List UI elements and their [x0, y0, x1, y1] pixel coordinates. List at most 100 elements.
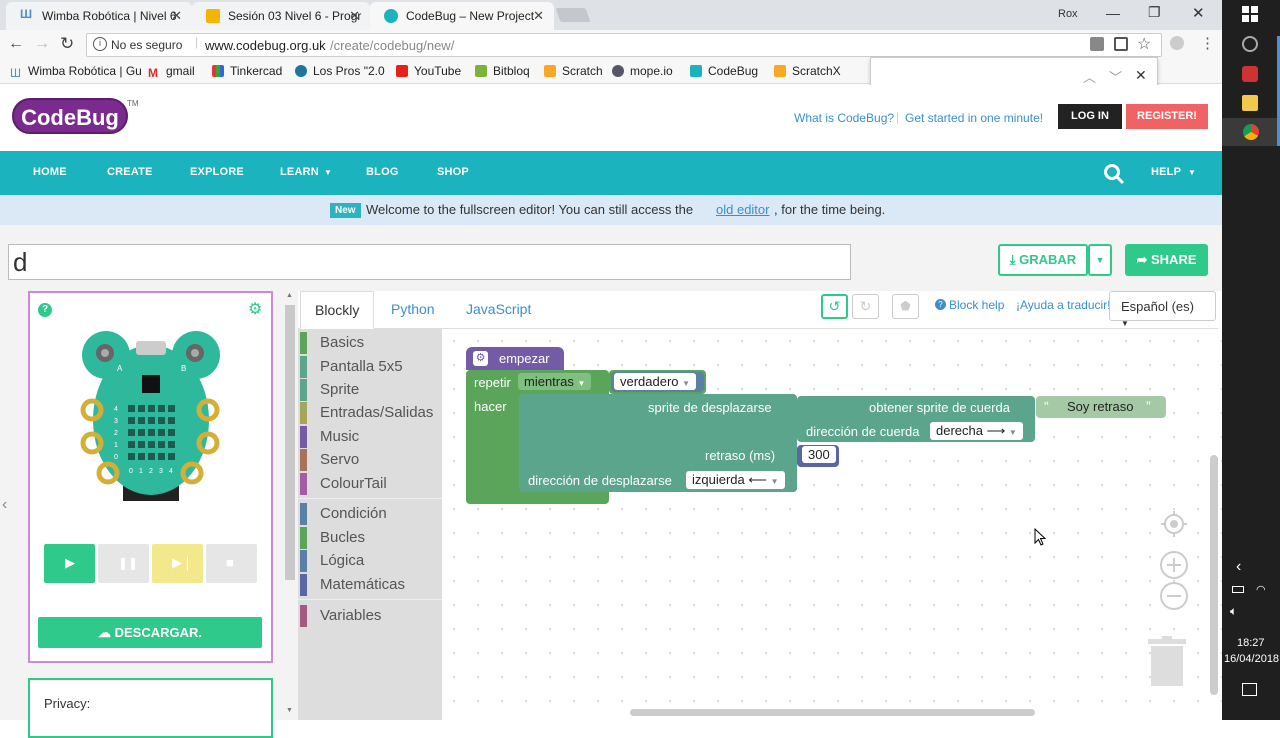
help-icon[interactable]: ?	[38, 303, 52, 317]
find-next-icon[interactable]: ﹀	[1109, 67, 1122, 86]
get-started-link[interactable]: Get started in one minute!	[905, 111, 1043, 125]
grabar-button[interactable]: ⤓ GRABAR	[998, 244, 1088, 276]
recenter-icon[interactable]	[1160, 510, 1188, 538]
tab-blockly[interactable]: Blockly	[300, 291, 375, 329]
info-icon[interactable]: i	[93, 37, 107, 51]
stop-button[interactable]: ■	[206, 544, 257, 583]
clock-date[interactable]: 16/04/2018	[1224, 653, 1279, 665]
tray-expand-icon[interactable]: ‹	[1236, 558, 1241, 576]
while-dropdown[interactable]: mientras ▼	[518, 373, 592, 390]
zoom-in-icon[interactable]	[1159, 550, 1189, 580]
codebug-logo[interactable]: CodeBug	[12, 98, 128, 134]
redo-button[interactable]: ↻	[852, 294, 879, 319]
scroll-down-icon[interactable]: ▼	[286, 707, 293, 714]
clean-up-button[interactable]: ⬟	[892, 294, 919, 319]
translate-icon[interactable]	[1090, 37, 1104, 51]
close-tab-icon[interactable]: ✕	[349, 8, 360, 24]
reload-icon[interactable]: ↻	[60, 34, 74, 54]
file-explorer-icon[interactable]	[1242, 95, 1258, 111]
browser-tab-active[interactable]: CodeBug – New Project ✕	[370, 2, 554, 30]
descargar-button[interactable]: ☁ DESCARGAR.	[38, 617, 262, 648]
workspace-vscroll[interactable]	[1210, 455, 1218, 695]
delay-value[interactable]: 300	[802, 446, 836, 463]
nav-explore[interactable]: EXPLORE	[190, 166, 244, 178]
bookmark-item[interactable]: Tinkercad	[212, 64, 282, 78]
close-window-icon[interactable]: ✕	[1192, 4, 1205, 22]
close-tab-icon[interactable]: ✕	[533, 8, 544, 24]
clock-time[interactable]: 18:27	[1237, 637, 1265, 649]
menu-icon[interactable]: ⋮	[1200, 34, 1215, 52]
nav-home[interactable]: HOME	[33, 166, 67, 178]
volume-icon[interactable]: 🔈︎	[1230, 604, 1237, 619]
bookmark-item[interactable]: ScratchX	[774, 64, 841, 78]
category-music[interactable]: Music	[300, 426, 359, 448]
notification-icon[interactable]	[1242, 683, 1257, 696]
minimize-icon[interactable]: —	[1106, 5, 1120, 21]
start-block[interactable]: ⚙ empezar	[466, 347, 564, 370]
category-logica[interactable]: Lógica	[300, 550, 364, 572]
nav-learn[interactable]: LEARN	[280, 166, 319, 178]
find-close-icon[interactable]: ✕	[1135, 67, 1147, 84]
nav-create[interactable]: CREATE	[107, 166, 153, 178]
zoom-out-icon[interactable]	[1159, 581, 1189, 611]
project-title-input[interactable]: d	[8, 244, 851, 280]
find-prev-icon[interactable]: ︿	[1083, 67, 1096, 86]
forward-icon[interactable]: →	[34, 35, 50, 53]
category-variables[interactable]: Variables	[300, 605, 381, 627]
bookmark-item[interactable]: Bitbloq	[475, 64, 530, 78]
grabar-dropdown-button[interactable]: ▼	[1088, 244, 1112, 276]
browser-tab[interactable]: Ш Wimba Robótica | Nivel 6 ✕	[6, 2, 192, 30]
category-io[interactable]: Entradas/Salidas	[300, 402, 433, 424]
old-editor-link[interactable]: old editor	[716, 202, 769, 217]
category-condicion[interactable]: Condición	[300, 503, 387, 525]
bookmark-item[interactable]: Ш Wimba Robótica | Gu	[10, 64, 142, 80]
bookmark-item[interactable]: mope.io	[612, 64, 673, 78]
play-button[interactable]: ▶	[44, 544, 95, 583]
nav-help[interactable]: HELP	[1151, 166, 1181, 178]
what-is-link[interactable]: What is CodeBug?	[794, 111, 894, 125]
trash-icon[interactable]	[1146, 636, 1188, 688]
category-basics[interactable]: Basics	[300, 332, 364, 354]
scroll-up-icon[interactable]: ▲	[286, 292, 293, 299]
page-action-icon[interactable]	[1114, 37, 1128, 51]
category-pantalla[interactable]: Pantalla 5x5	[300, 356, 403, 378]
undo-button[interactable]: ↺	[821, 294, 848, 319]
register-button[interactable]: REGISTER!	[1126, 104, 1208, 129]
share-button[interactable]: ➦ SHARE	[1125, 244, 1208, 276]
nav-blog[interactable]: BLOG	[366, 166, 399, 178]
category-matematicas[interactable]: Matemáticas	[300, 574, 405, 596]
right-dropdown[interactable]: derecha ⟶ ▼	[930, 422, 1023, 440]
toolbox-scrollbar[interactable]	[285, 305, 295, 580]
pause-button[interactable]: ❚❚	[98, 544, 149, 583]
windows-start-icon[interactable]	[1242, 6, 1258, 22]
bookmark-item[interactable]: Mgmail	[148, 64, 195, 80]
browser-tab[interactable]: Sesión 03 Nivel 6 - Progr ✕	[192, 2, 370, 30]
tab-javascript[interactable]: JavaScript	[452, 291, 545, 329]
bookmark-item[interactable]: YouTube	[396, 64, 461, 78]
back-icon[interactable]: ←	[8, 35, 24, 53]
true-dropdown[interactable]: verdadero ▼	[614, 373, 697, 390]
login-button[interactable]: LOG IN	[1058, 104, 1122, 129]
address-bar[interactable]: i No es seguro | www.codebug.org.uk /cre…	[86, 33, 1162, 57]
restore-icon[interactable]: ❐	[1148, 4, 1161, 21]
search-icon[interactable]	[1103, 163, 1125, 185]
category-servo[interactable]: Servo	[300, 449, 359, 471]
bookmark-item[interactable]: Los Pros "2.0	[295, 64, 385, 78]
workspace-hscroll[interactable]	[630, 709, 1035, 716]
profile-name[interactable]: Rox	[1058, 8, 1078, 20]
left-dropdown[interactable]: izquierda ⟵ ▼	[686, 471, 785, 489]
cortana-icon[interactable]	[1242, 36, 1258, 52]
block-help-link[interactable]: Block help	[949, 298, 1004, 312]
category-bucles[interactable]: Bucles	[300, 527, 365, 549]
language-select[interactable]: Español (es) ▼	[1109, 291, 1216, 328]
gear-icon[interactable]: ⚙	[248, 299, 262, 319]
battery-icon[interactable]	[1232, 586, 1244, 593]
wifi-icon[interactable]: ◠	[1256, 583, 1266, 596]
category-sprite[interactable]: Sprite	[300, 379, 359, 401]
string-value[interactable]: Soy retraso	[1061, 398, 1140, 415]
bookmark-item[interactable]: Scratch	[544, 64, 603, 78]
bookmark-star-icon[interactable]: ☆	[1137, 34, 1151, 54]
translate-link[interactable]: ¡Ayuda a traducir!	[1016, 298, 1111, 312]
collapse-left-icon[interactable]: ‹	[2, 496, 7, 514]
app-icon[interactable]	[1242, 66, 1258, 82]
